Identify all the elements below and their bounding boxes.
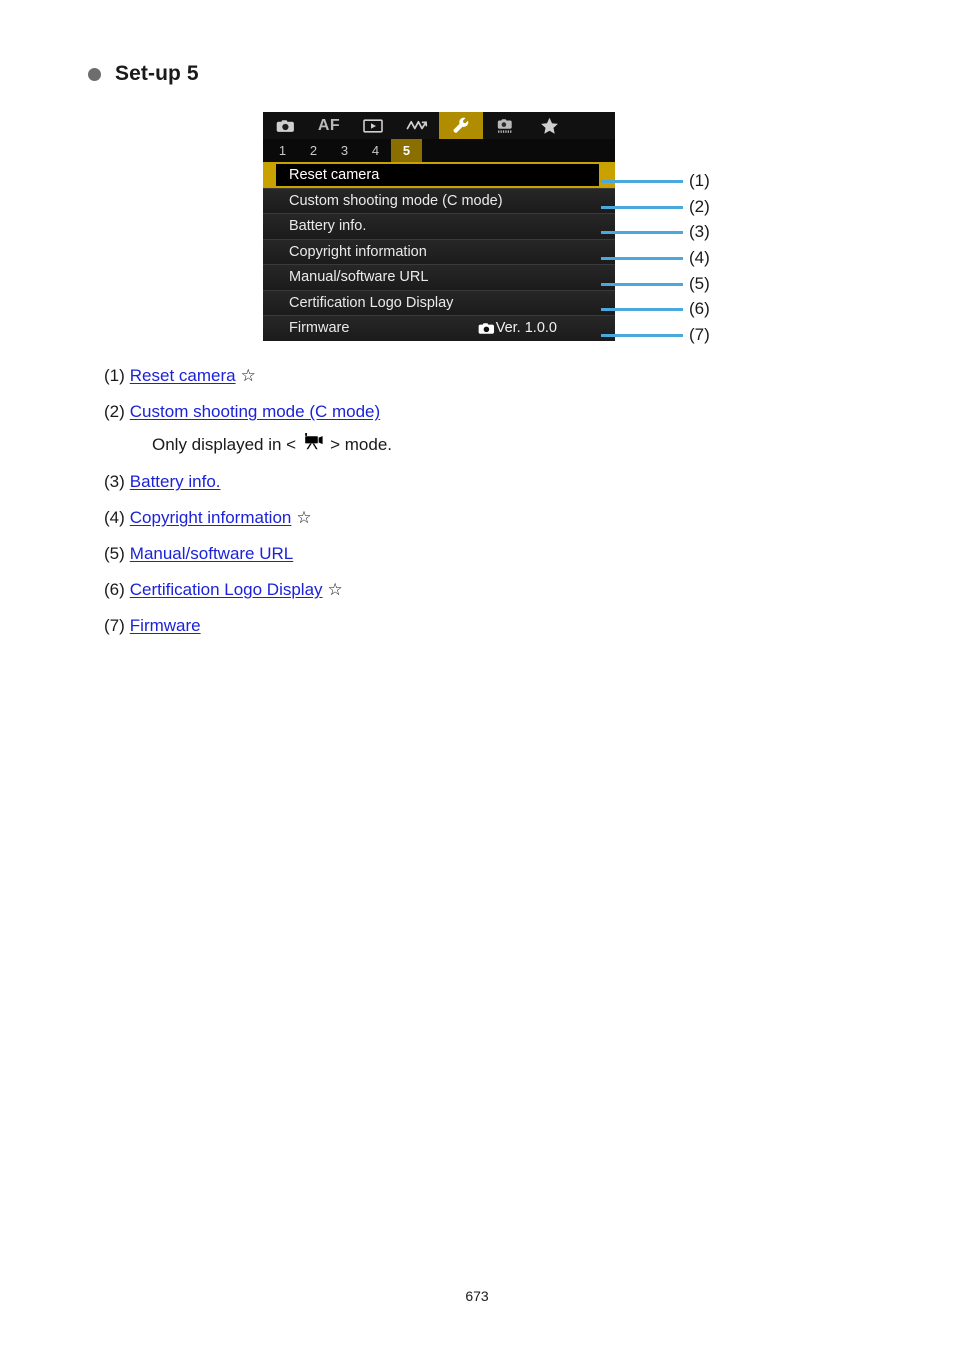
- link-custom-shooting-mode[interactable]: Custom shooting mode (C mode): [130, 400, 380, 424]
- menu-item-battery-info[interactable]: Battery info.: [263, 213, 615, 239]
- callout-number-6: (6): [689, 299, 710, 318]
- menu-item-copyright-information[interactable]: Copyright information: [263, 238, 615, 264]
- menu-item-label: Firmware: [289, 320, 350, 337]
- camera-icon: [478, 322, 495, 335]
- tab-setup[interactable]: [439, 112, 483, 139]
- page-section-heading: Set-up 5: [88, 62, 199, 86]
- reference-note-2: Only displayed in < > mode.: [152, 432, 664, 458]
- reference-list: (1) Reset camera ☆ (2) Custom shooting m…: [104, 364, 664, 650]
- reference-marker: (4): [104, 508, 125, 527]
- tab-shooting[interactable]: [263, 112, 307, 139]
- menu-item-label: Custom shooting mode (C mode): [289, 192, 503, 209]
- reference-item-5: (5) Manual/software URL: [104, 542, 664, 566]
- callout-line-2: [601, 206, 683, 209]
- link-firmware[interactable]: Firmware: [130, 614, 201, 638]
- menu-tab-bar: AF: [263, 112, 615, 139]
- callout-line-7: [601, 334, 683, 337]
- menu-item-label: Certification Logo Display: [289, 294, 454, 311]
- menu-item-label: Reset camera: [289, 166, 380, 183]
- page-footer: 673: [0, 1288, 954, 1304]
- callout-number-2: (2): [689, 197, 710, 216]
- menu-item-label: Manual/software URL: [289, 269, 429, 286]
- tab-my-menu[interactable]: [527, 112, 571, 139]
- menu-item-label: Copyright information: [289, 243, 427, 260]
- callout-line-4: [601, 257, 683, 260]
- tab-playback[interactable]: [351, 112, 395, 139]
- callout-line-5: [601, 283, 683, 286]
- star-outline-icon: ☆: [296, 508, 312, 527]
- menu-item-firmware[interactable]: Firmware Ver. 1.0.0: [263, 315, 615, 341]
- star-outline-icon: ☆: [327, 580, 343, 599]
- link-copyright-information[interactable]: Copyright information: [130, 506, 292, 530]
- callout-line-6: [601, 308, 683, 311]
- play-box-icon: [363, 118, 383, 133]
- link-battery-info[interactable]: Battery info.: [130, 470, 221, 494]
- reference-item-2: (2) Custom shooting mode (C mode): [104, 400, 664, 424]
- tab-wireless[interactable]: [395, 112, 439, 139]
- menu-page-number-bar: 1 2 3 4 5: [263, 139, 615, 162]
- reference-item-6: (6) Certification Logo Display ☆: [104, 578, 664, 602]
- firmware-version-group: Ver. 1.0.0: [478, 320, 615, 336]
- tab-custom-functions[interactable]: [483, 112, 527, 139]
- menu-item-manual-software-url[interactable]: Manual/software URL: [263, 264, 615, 290]
- reference-marker: (1): [104, 366, 125, 385]
- reference-marker: (3): [104, 472, 125, 491]
- link-manual-software-url[interactable]: Manual/software URL: [130, 542, 293, 566]
- callout-number-4: (4): [689, 248, 710, 267]
- menu-page-3[interactable]: 3: [329, 139, 360, 162]
- camera-menu-screenshot: AF 1 2 3 4 5 Reset camera Custom shootin…: [263, 112, 615, 341]
- bullet-dot-icon: [88, 67, 101, 81]
- wireless-wave-icon: [406, 118, 429, 133]
- star-outline-icon: ☆: [240, 366, 256, 385]
- star-icon: [540, 117, 559, 135]
- callout-number-1: (1): [689, 171, 710, 190]
- note-prefix-text: Only displayed in <: [152, 435, 297, 454]
- reference-item-1: (1) Reset camera ☆: [104, 364, 664, 388]
- wrench-icon: [453, 117, 469, 134]
- reference-item-4: (4) Copyright information ☆: [104, 506, 664, 530]
- callout-line-1: [601, 180, 683, 183]
- reference-item-7: (7) Firmware: [104, 614, 664, 638]
- page-number: 673: [465, 1288, 489, 1304]
- callout-number-5: (5): [689, 274, 710, 293]
- reference-item-3: (3) Battery info.: [104, 470, 664, 494]
- menu-item-reset-camera[interactable]: Reset camera: [263, 162, 615, 188]
- reference-marker: (2): [104, 402, 125, 421]
- callout-line-3: [601, 231, 683, 234]
- camera-icon: [276, 119, 295, 133]
- callout-number-7: (7): [689, 325, 710, 344]
- menu-page-4[interactable]: 4: [360, 139, 391, 162]
- menu-page-2[interactable]: 2: [298, 139, 329, 162]
- menu-item-custom-shooting-mode[interactable]: Custom shooting mode (C mode): [263, 187, 615, 213]
- callout-number-3: (3): [689, 222, 710, 241]
- page-title: Set-up 5: [115, 62, 199, 85]
- tab-af[interactable]: AF: [307, 112, 351, 139]
- menu-page-5[interactable]: 5: [391, 139, 422, 162]
- menu-page-1[interactable]: 1: [267, 139, 298, 162]
- link-certification-logo-display[interactable]: Certification Logo Display: [130, 578, 323, 602]
- menu-item-list: Reset camera Custom shooting mode (C mod…: [263, 162, 615, 341]
- firmware-version-value: Ver. 1.0.0: [495, 320, 557, 337]
- reference-marker: (5): [104, 544, 125, 563]
- reference-marker: (7): [104, 616, 125, 635]
- link-reset-camera[interactable]: Reset camera: [130, 364, 236, 388]
- reference-marker: (6): [104, 580, 125, 599]
- menu-item-certification-logo-display[interactable]: Certification Logo Display: [263, 289, 615, 315]
- note-suffix-text: > mode.: [330, 435, 393, 454]
- custom-camera-icon: [495, 118, 515, 134]
- menu-item-label: Battery info.: [289, 218, 367, 235]
- af-label: AF: [317, 116, 341, 134]
- movie-camera-icon: [300, 432, 326, 458]
